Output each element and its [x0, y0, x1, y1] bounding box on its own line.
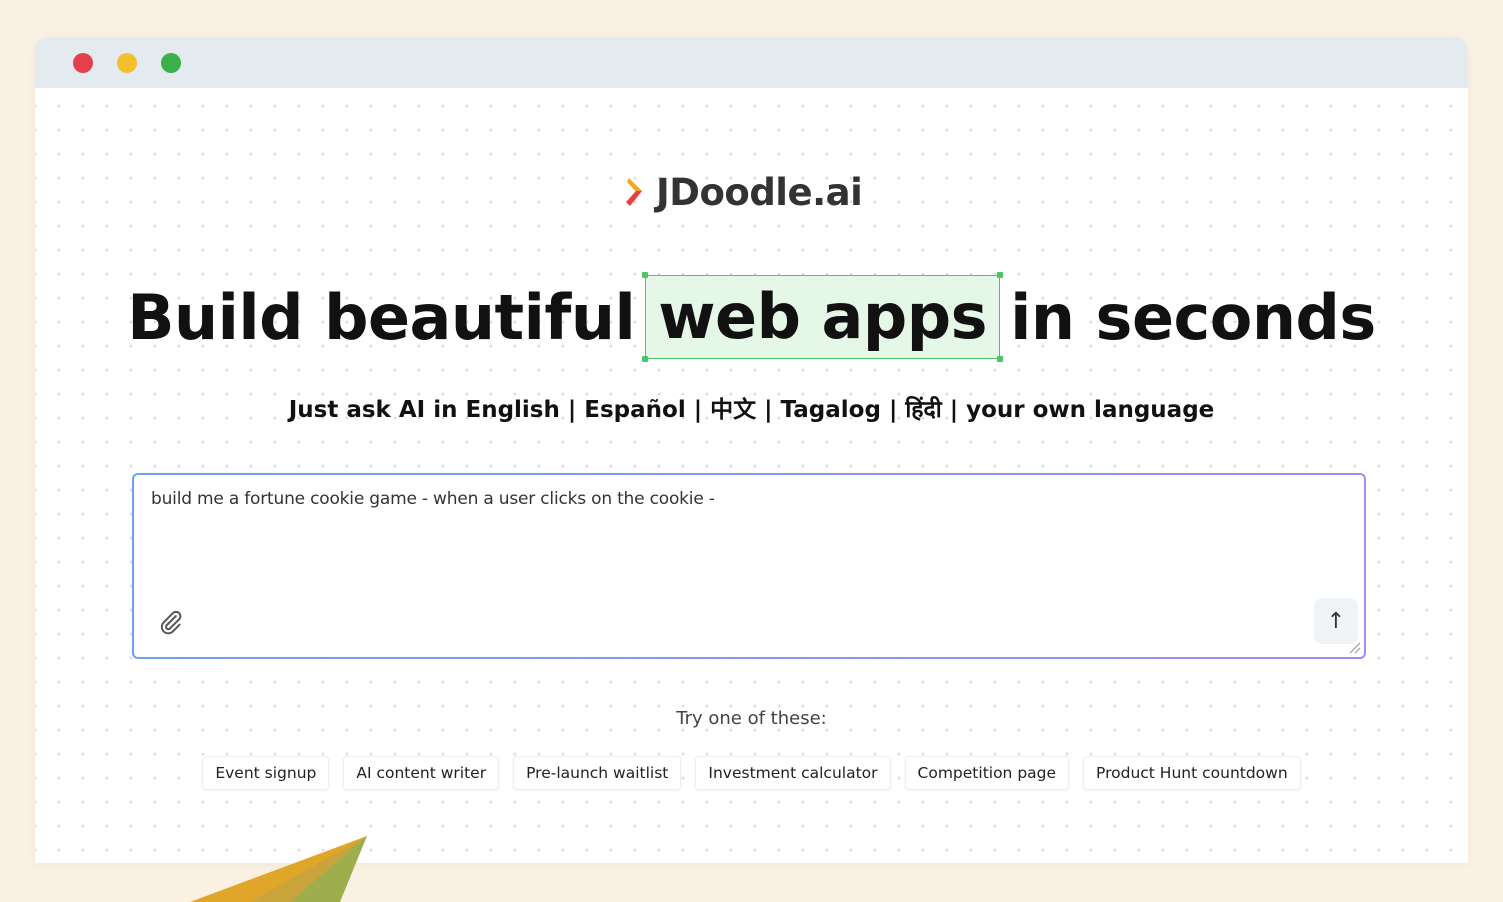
paperclip-icon[interactable]: [158, 609, 184, 635]
suggestions-label: Try one of these:: [676, 708, 827, 729]
headline-highlight-text: web apps: [658, 280, 988, 353]
logo-text: JDoodle.ai: [656, 170, 863, 214]
chevron-logo-icon: [626, 178, 642, 206]
selection-handle-top-left: [642, 272, 649, 278]
selection-handle-bottom-right: [997, 356, 1004, 362]
headline-end: in seconds: [1010, 280, 1376, 354]
logo[interactable]: JDoodle.ai: [624, 170, 863, 214]
headline-start: Build beautiful: [127, 280, 636, 354]
window-titlebar: [35, 37, 1468, 88]
language-subheading: Just ask AI in English | Español | 中文 | …: [288, 397, 1215, 423]
page-headline: Build beautiful web apps in seconds: [35, 272, 1468, 362]
prompt-input-value[interactable]: build me a fortune cookie game - when a …: [151, 489, 715, 509]
suggestion-chip[interactable]: AI content writer: [343, 756, 500, 790]
minimize-window-button[interactable]: [117, 53, 137, 73]
prompt-input[interactable]: build me a fortune cookie game - when a …: [132, 473, 1366, 659]
headline-highlight: web apps: [642, 272, 1004, 362]
send-button[interactable]: ↑: [1314, 598, 1358, 644]
selection-handle-bottom-left: [642, 356, 649, 362]
maximize-window-button[interactable]: [161, 53, 181, 73]
suggestion-chips: Event signup AI content writer Pre-launc…: [35, 756, 1468, 790]
close-window-button[interactable]: [73, 53, 93, 73]
resize-handle-icon[interactable]: [1347, 640, 1361, 654]
suggestion-chip[interactable]: Investment calculator: [695, 756, 891, 790]
suggestion-chip[interactable]: Product Hunt countdown: [1083, 756, 1301, 790]
suggestion-chip[interactable]: Pre-launch waitlist: [513, 756, 682, 790]
suggestion-chip[interactable]: Event signup: [202, 756, 330, 790]
suggestion-chip[interactable]: Competition page: [904, 756, 1070, 790]
paper-plane-decoration: [190, 836, 367, 902]
selection-handle-top-right: [997, 272, 1004, 278]
page-content: JDoodle.ai Build beautiful web apps in s…: [35, 88, 1468, 863]
browser-window: JDoodle.ai Build beautiful web apps in s…: [35, 37, 1468, 863]
